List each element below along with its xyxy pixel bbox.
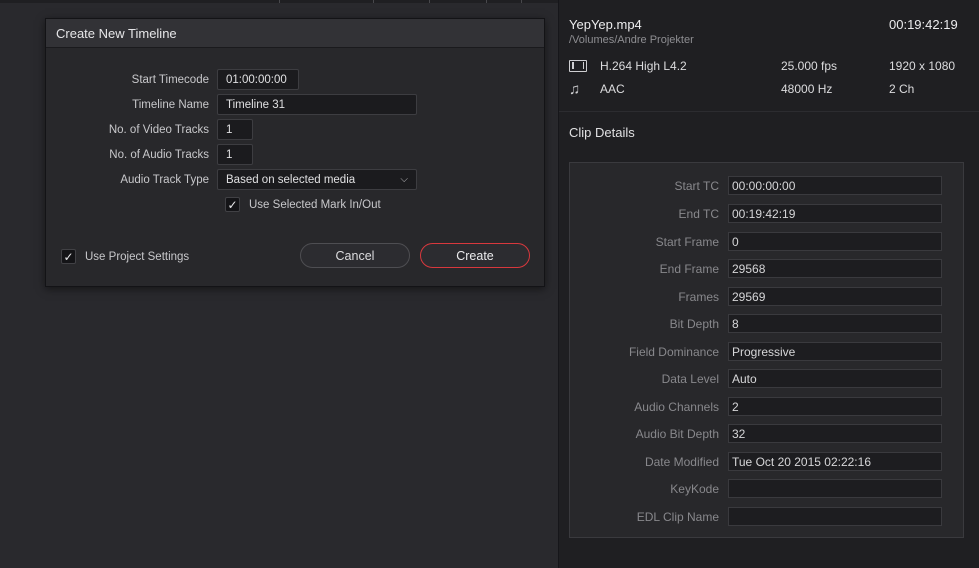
detail-label: KeyKode xyxy=(670,481,719,496)
detail-value[interactable]: 0 xyxy=(728,232,942,251)
detail-label: Date Modified xyxy=(644,454,719,469)
project-settings-row: ✓ Use Project Settings xyxy=(61,246,189,267)
detail-label: End TC xyxy=(678,206,719,221)
film-icon xyxy=(569,59,589,73)
audio-tracks-label: No. of Audio Tracks xyxy=(109,148,209,161)
audio-tracks-input[interactable]: 1 xyxy=(217,144,253,165)
use-mark-label: Use Selected Mark In/Out xyxy=(249,198,381,211)
audio-track-type-select[interactable]: Based on selected media ⌵ xyxy=(217,169,417,190)
video-tracks-row: No. of Video Tracks 1 xyxy=(46,119,253,140)
create-button[interactable]: Create xyxy=(420,243,530,268)
detail-value[interactable]: 00:19:42:19 xyxy=(728,204,942,223)
timeline-name-label: Timeline Name xyxy=(132,98,209,111)
detail-row: Frames 29569 xyxy=(570,287,963,306)
audio-info-row: ♫ AAC 48000 Hz 2 Ch xyxy=(569,81,969,97)
detail-value[interactable]: 2 xyxy=(728,397,942,416)
detail-value[interactable]: 8 xyxy=(728,314,942,333)
cancel-button[interactable]: Cancel xyxy=(300,243,410,268)
detail-row: Audio Bit Depth 32 xyxy=(570,424,963,443)
video-resolution: 1920 x 1080 xyxy=(889,59,956,73)
use-mark-checkbox[interactable]: ✓ xyxy=(225,197,240,212)
audio-track-type-row: Audio Track Type Based on selected media… xyxy=(46,169,417,190)
music-note-icon: ♫ xyxy=(569,80,581,98)
video-fps: 25.000 fps xyxy=(781,59,838,73)
checkmark-icon: ✓ xyxy=(63,249,74,264)
timeline-name-input[interactable]: Timeline 31 xyxy=(217,94,417,115)
detail-value[interactable]: Auto xyxy=(728,369,942,388)
clip-info-panel: YepYep.mp4 00:19:42:19 /Volumes/Andre Pr… xyxy=(559,0,979,568)
detail-row: End TC 00:19:42:19 xyxy=(570,204,963,223)
use-mark-row: ✓ Use Selected Mark In/Out xyxy=(225,194,381,215)
detail-label: Start TC xyxy=(674,178,719,193)
detail-value[interactable]: 29569 xyxy=(728,287,942,306)
detail-label: Frames xyxy=(678,289,719,304)
audio-track-type-label: Audio Track Type xyxy=(120,173,209,186)
detail-value[interactable] xyxy=(728,507,942,526)
detail-label: Field Dominance xyxy=(628,344,719,359)
dialog-title: Create New Timeline xyxy=(46,19,544,48)
section-divider xyxy=(559,111,979,112)
detail-row: Field Dominance Progressive xyxy=(570,342,963,361)
detail-value[interactable]: 29568 xyxy=(728,259,942,278)
video-tracks-input[interactable]: 1 xyxy=(217,119,253,140)
start-timecode-row: Start Timecode 01:00:00:00 xyxy=(46,69,299,90)
detail-value[interactable]: 00:00:00:00 xyxy=(728,176,942,195)
clip-path: /Volumes/Andre Projekter xyxy=(569,34,694,46)
use-project-settings-label: Use Project Settings xyxy=(85,250,190,263)
detail-value[interactable] xyxy=(728,479,942,498)
audio-tracks-row: No. of Audio Tracks 1 xyxy=(46,144,253,165)
detail-value[interactable]: 32 xyxy=(728,424,942,443)
use-project-settings-checkbox[interactable]: ✓ xyxy=(61,249,76,264)
video-tracks-label: No. of Video Tracks xyxy=(108,123,209,136)
start-timecode-input[interactable]: 01:00:00:00 xyxy=(217,69,299,90)
detail-row: EDL Clip Name xyxy=(570,507,963,526)
chevron-down-icon: ⌵ xyxy=(400,174,408,185)
audio-track-type-value: Based on selected media xyxy=(226,173,356,186)
detail-row: KeyKode xyxy=(570,479,963,498)
detail-label: Bit Depth xyxy=(669,316,719,331)
checkmark-icon: ✓ xyxy=(227,197,238,212)
start-timecode-label: Start Timecode xyxy=(131,73,209,86)
detail-row: Start Frame 0 xyxy=(570,232,963,251)
detail-label: End Frame xyxy=(659,261,719,276)
detail-row: Date Modified Tue Oct 20 2015 02:22:16 xyxy=(570,452,963,471)
audio-rate: 48000 Hz xyxy=(781,82,833,96)
clip-details-title: Clip Details xyxy=(569,125,635,140)
detail-label: EDL Clip Name xyxy=(636,509,719,524)
detail-row: Bit Depth 8 xyxy=(570,314,963,333)
clip-details-box: Start TC 00:00:00:00 End TC 00:19:42:19 … xyxy=(569,162,964,538)
audio-codec: AAC xyxy=(600,82,625,96)
video-info-row: H.264 High L4.2 25.000 fps 1920 x 1080 xyxy=(569,58,969,74)
video-codec: H.264 High L4.2 xyxy=(600,59,687,73)
clip-duration: 00:19:42:19 xyxy=(889,17,958,32)
detail-value[interactable]: Tue Oct 20 2015 02:22:16 xyxy=(728,452,942,471)
clip-name: YepYep.mp4 xyxy=(569,17,642,32)
detail-row: Audio Channels 2 xyxy=(570,397,963,416)
detail-row: End Frame 29568 xyxy=(570,259,963,278)
detail-label: Data Level xyxy=(661,371,719,386)
create-timeline-dialog: Create New Timeline Start Timecode 01:00… xyxy=(45,18,545,287)
detail-row: Start TC 00:00:00:00 xyxy=(570,176,963,195)
detail-label: Audio Bit Depth xyxy=(635,426,719,441)
audio-channels: 2 Ch xyxy=(889,82,915,96)
timeline-name-row: Timeline Name Timeline 31 xyxy=(46,94,417,115)
detail-row: Data Level Auto xyxy=(570,369,963,388)
detail-value[interactable]: Progressive xyxy=(728,342,942,361)
detail-label: Start Frame xyxy=(655,234,719,249)
detail-label: Audio Channels xyxy=(634,399,719,414)
